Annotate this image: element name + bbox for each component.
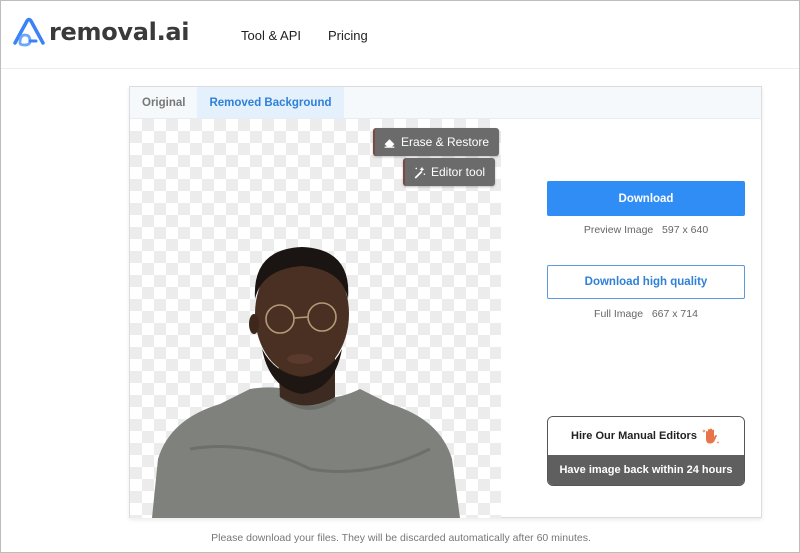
magic-wand-icon: [414, 166, 426, 179]
full-size: 667 x 714: [651, 308, 698, 320]
tab-original[interactable]: Original: [130, 87, 197, 118]
nav-pricing[interactable]: Pricing: [328, 28, 368, 43]
eraser-icon: [384, 138, 395, 148]
download-button[interactable]: Download: [547, 181, 745, 216]
editor-tool-button[interactable]: Editor tool: [403, 158, 496, 186]
full-label: Full Image: [594, 308, 644, 320]
hire-editors-label: Hire Our Manual Editors: [571, 430, 697, 442]
hire-editors-button[interactable]: Hire Our Manual Editors Have image back …: [547, 416, 745, 486]
logo[interactable]: removal.ai: [11, 15, 190, 49]
hand-sparkle-icon: [701, 428, 720, 444]
result-card: Original Removed Background Erase & Rest…: [129, 86, 762, 518]
hire-editors-subtitle: Have image back within 24 hours: [548, 455, 744, 485]
hire-editors-top: Hire Our Manual Editors: [548, 417, 744, 455]
download-high-quality-button[interactable]: Download high quality: [547, 265, 745, 299]
removal-ai-logo-icon: [13, 17, 45, 47]
image-preview: Erase & Restore Editor tool: [130, 119, 501, 518]
editor-tool-label: Editor tool: [431, 165, 486, 179]
site-header: removal.ai Tool & API Pricing: [1, 1, 799, 69]
nav-tool-api[interactable]: Tool & API: [241, 28, 301, 43]
logo-text: removal.ai: [49, 18, 190, 46]
preview-size: 597 x 640: [662, 224, 709, 236]
preview-label: Preview Image: [583, 224, 654, 236]
view-tabs: Original Removed Background: [130, 87, 761, 119]
main-nav: Tool & API Pricing: [241, 28, 368, 43]
discard-notice: Please download your files. They will be…: [211, 532, 591, 544]
download-panel: Download Preview Image 597 x 640 Downloa…: [501, 119, 761, 518]
full-image-info: Full Image 667 x 714: [547, 308, 745, 320]
preview-image-info: Preview Image 597 x 640: [547, 224, 745, 236]
tab-removed-background[interactable]: Removed Background: [197, 87, 344, 118]
erase-restore-button[interactable]: Erase & Restore: [373, 128, 500, 156]
erase-restore-label: Erase & Restore: [401, 135, 490, 149]
